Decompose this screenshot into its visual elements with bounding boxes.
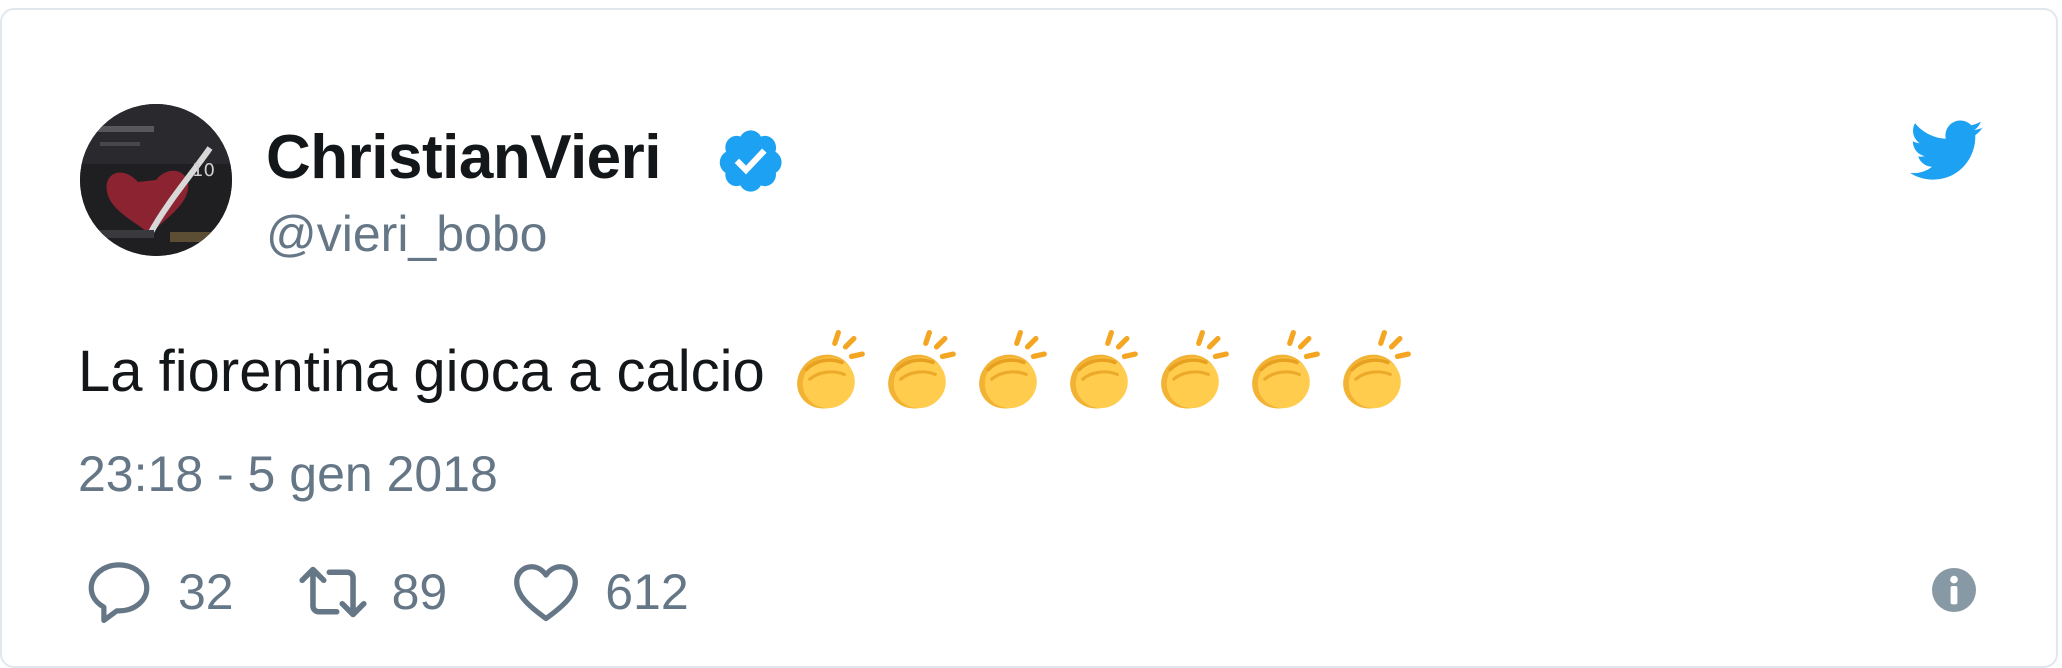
author-handle[interactable]: @vieri_bobo xyxy=(266,202,547,266)
retweet-count: 89 xyxy=(391,564,448,620)
info-icon[interactable] xyxy=(1930,566,1978,614)
like-button[interactable]: 612 xyxy=(509,555,689,629)
verified-badge-icon xyxy=(719,130,782,192)
twitter-bird-icon[interactable] xyxy=(1910,118,1984,184)
clapping-hands-emoji xyxy=(796,329,865,409)
reply-button[interactable]: 32 xyxy=(82,555,234,629)
avatar-image: 10 xyxy=(80,104,232,256)
tweet-card: 10 ChristianVieri @vieri_bobo La fiorent… xyxy=(0,8,2058,668)
clapping-hands-emoji xyxy=(978,329,1047,409)
retweet-icon xyxy=(299,566,367,618)
tweet-timestamp[interactable]: 23:18 - 5 gen 2018 xyxy=(78,442,498,506)
retweet-button[interactable]: 89 xyxy=(296,555,448,629)
clapping-hands-emoji xyxy=(1251,329,1320,409)
reply-count: 32 xyxy=(178,564,234,620)
svg-text:10: 10 xyxy=(192,160,215,181)
tweet-text-body: La fiorentina gioca a calcio xyxy=(78,339,765,404)
avatar[interactable]: 10 xyxy=(80,104,232,256)
clapping-hands-emoji xyxy=(1342,329,1411,409)
clapping-hands-emoji xyxy=(1160,329,1229,409)
heart-icon xyxy=(514,564,579,622)
author-display-name[interactable]: ChristianVieri xyxy=(266,118,662,198)
clapping-hands-emoji-group xyxy=(787,329,1424,415)
clapping-hands-emoji xyxy=(1069,329,1138,409)
reply-icon xyxy=(88,562,150,623)
clapping-hands-emoji xyxy=(887,329,956,409)
like-count: 612 xyxy=(605,564,689,620)
tweet-actions: 32 89 612 xyxy=(82,556,751,628)
tweet-text: La fiorentina gioca a calcio xyxy=(78,329,1424,415)
